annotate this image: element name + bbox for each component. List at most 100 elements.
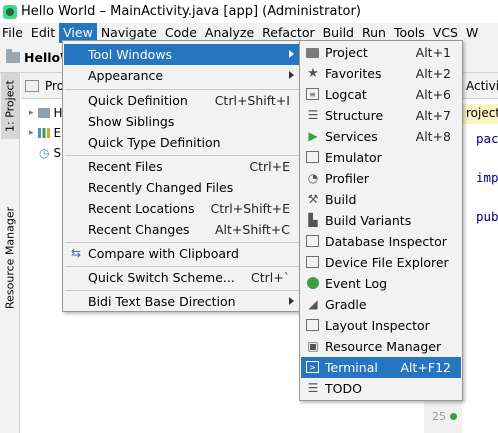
- submenu-arrow-icon: [289, 50, 294, 58]
- menu-item-label: Build Variants: [325, 213, 412, 228]
- menu-item-device-file-explorer[interactable]: Device File Explorer: [301, 252, 461, 273]
- menu-item-gradle[interactable]: ◢ Gradle: [301, 294, 461, 315]
- menu-item-quick-switch-scheme[interactable]: Quick Switch Scheme... Ctrl+`: [64, 267, 300, 288]
- android-studio-icon: [3, 4, 17, 19]
- terminal-icon: >: [306, 361, 319, 373]
- menu-item-shortcut: Alt+6: [415, 87, 451, 102]
- resource-manager-tool-tab[interactable]: Resource Manager: [1, 173, 19, 343]
- libraries-icon: [37, 128, 50, 138]
- menu-item-shortcut: Ctrl+E: [249, 159, 290, 174]
- code-line: pub: [476, 209, 498, 224]
- menu-item-appearance[interactable]: Appearance: [64, 65, 300, 86]
- menu-item-label: Tool Windows: [88, 47, 173, 62]
- menu-item-label: Gradle: [325, 297, 367, 312]
- menu-item-label: Build: [325, 192, 357, 207]
- menu-item-todo[interactable]: ☰ TODO: [301, 378, 461, 399]
- menu-item-label: Emulator: [325, 150, 382, 165]
- menu-item-label: Event Log: [325, 276, 388, 291]
- submenu-arrow-icon: [289, 71, 294, 79]
- menu-item-label: Terminal: [325, 360, 378, 375]
- folder-icon: [306, 48, 319, 58]
- build-variants-icon: ▙: [308, 213, 318, 227]
- view-menu-popup: Tool Windows Appearance Quick Definition…: [62, 40, 302, 312]
- menu-item-shortcut: Alt+8: [415, 129, 451, 144]
- menu-item-label: Bidi Text Base Direction: [88, 294, 236, 309]
- menu-item-show-siblings[interactable]: Show Siblings: [64, 111, 300, 132]
- menu-item-label: Appearance: [88, 68, 164, 83]
- chevron-right-icon: ▸: [29, 108, 34, 118]
- menu-item-quick-type-definition[interactable]: Quick Type Definition: [64, 132, 300, 153]
- menu-item-bidi-text-base-direction[interactable]: Bidi Text Base Direction: [64, 291, 300, 312]
- menu-item-shortcut: Alt+1: [415, 45, 451, 60]
- code-line: pac: [476, 131, 498, 146]
- menu-item-recent-changes[interactable]: Recent Changes Alt+Shift+C: [64, 219, 300, 240]
- menu-item-event-log[interactable]: Event Log: [301, 273, 461, 294]
- menu-item-label: Resource Manager: [325, 339, 442, 354]
- menu-item-recent-files[interactable]: Recent Files Ctrl+E: [64, 156, 300, 177]
- menu-item-compare-with-clipboard[interactable]: ⇆ Compare with Clipboard: [64, 243, 300, 264]
- tree-row-label: S: [53, 146, 62, 160]
- menu-item-label: Database Inspector: [325, 234, 447, 249]
- menu-item-emulator[interactable]: Emulator: [301, 147, 461, 168]
- menu-item-profiler[interactable]: ◔ Profiler: [301, 168, 461, 189]
- gradle-icon: ◢: [308, 297, 318, 311]
- project-tool-tab[interactable]: 1: Project: [1, 73, 19, 139]
- menu-item-shortcut: Ctrl+Shift+E: [210, 201, 291, 216]
- menu-item-logcat[interactable]: ≡ Logcat Alt+6: [301, 84, 461, 105]
- folder-icon: [6, 49, 20, 63]
- menu-item-label: Project: [325, 45, 368, 60]
- menu-item-shortcut: Ctrl+`: [251, 270, 290, 285]
- menu-item-shortcut: Alt+Shift+C: [214, 222, 290, 237]
- hammer-icon: ⚒: [307, 192, 319, 206]
- logcat-icon: ≡: [306, 88, 319, 100]
- file-tab-label: roject: [462, 104, 498, 124]
- menu-item-shortcut: Ctrl+Shift+I: [214, 93, 290, 108]
- menu-edit[interactable]: Edit: [27, 23, 59, 43]
- code-line: imp: [476, 170, 498, 185]
- menu-item-shortcut: Alt+F12: [400, 360, 452, 375]
- run-gutter-icon[interactable]: [450, 413, 457, 420]
- menu-item-label: Quick Switch Scheme...: [88, 270, 235, 285]
- menu-item-terminal[interactable]: > Terminal Alt+F12: [301, 357, 461, 378]
- menu-item-label: Recent Changes: [88, 222, 190, 237]
- chevron-right-icon: ▸: [29, 128, 34, 138]
- event-log-icon: [307, 277, 319, 289]
- editor-tab[interactable]: Activity: [462, 73, 498, 99]
- todo-icon: ☰: [307, 381, 319, 395]
- menu-item-label: Quick Type Definition: [88, 135, 221, 150]
- menu-item-label: Profiler: [325, 171, 370, 186]
- menu-item-services[interactable]: ▶ Services Alt+8: [301, 126, 461, 147]
- menu-item-label: Services: [325, 129, 378, 144]
- menu-item-label: Layout Inspector: [325, 318, 430, 333]
- menu-item-project[interactable]: Project Alt+1: [301, 42, 461, 63]
- menu-item-database-inspector[interactable]: Database Inspector: [301, 231, 461, 252]
- compare-icon: ⇆: [70, 246, 82, 260]
- menu-item-favorites[interactable]: ★ Favorites Alt+2: [301, 63, 461, 84]
- scratches-icon: ◷: [39, 146, 50, 160]
- services-icon: ▶: [308, 129, 318, 143]
- menu-item-structure[interactable]: ☰ Structure Alt+7: [301, 105, 461, 126]
- menu-item-resource-manager[interactable]: ▣ Resource Manager: [301, 336, 461, 357]
- menu-item-label: Device File Explorer: [325, 255, 449, 270]
- menu-item-label: Recently Changed Files: [88, 180, 234, 195]
- title-bar: Hello World – MainActivity.java [app] (A…: [0, 0, 498, 23]
- menu-item-label: Structure: [325, 108, 384, 123]
- menu-item-shortcut: Alt+7: [415, 108, 451, 123]
- menu-item-build-variants[interactable]: ▙ Build Variants: [301, 210, 461, 231]
- menu-window[interactable]: W: [462, 23, 482, 43]
- menu-file[interactable]: File: [0, 23, 27, 43]
- menu-item-build[interactable]: ⚒ Build: [301, 189, 461, 210]
- menu-item-shortcut: Alt+2: [415, 66, 451, 81]
- tree-row-label: E: [53, 126, 62, 140]
- menu-item-recent-locations[interactable]: Recent Locations Ctrl+Shift+E: [64, 198, 300, 219]
- menu-item-recently-changed-files[interactable]: Recently Changed Files: [64, 177, 300, 198]
- window-title: Hello World – MainActivity.java [app] (A…: [21, 4, 361, 19]
- folder-icon: [37, 108, 50, 118]
- menu-item-quick-definition[interactable]: Quick Definition Ctrl+Shift+I: [64, 90, 300, 111]
- menu-item-label: Compare with Clipboard: [88, 246, 239, 261]
- menu-item-layout-inspector[interactable]: Layout Inspector: [301, 315, 461, 336]
- menu-item-tool-windows[interactable]: Tool Windows: [64, 44, 300, 65]
- code-editor[interactable]: Activity roject pac imp pub: [462, 73, 498, 433]
- left-tool-strip: 1: Project Resource Manager: [0, 73, 20, 433]
- project-view-icon: [25, 80, 39, 92]
